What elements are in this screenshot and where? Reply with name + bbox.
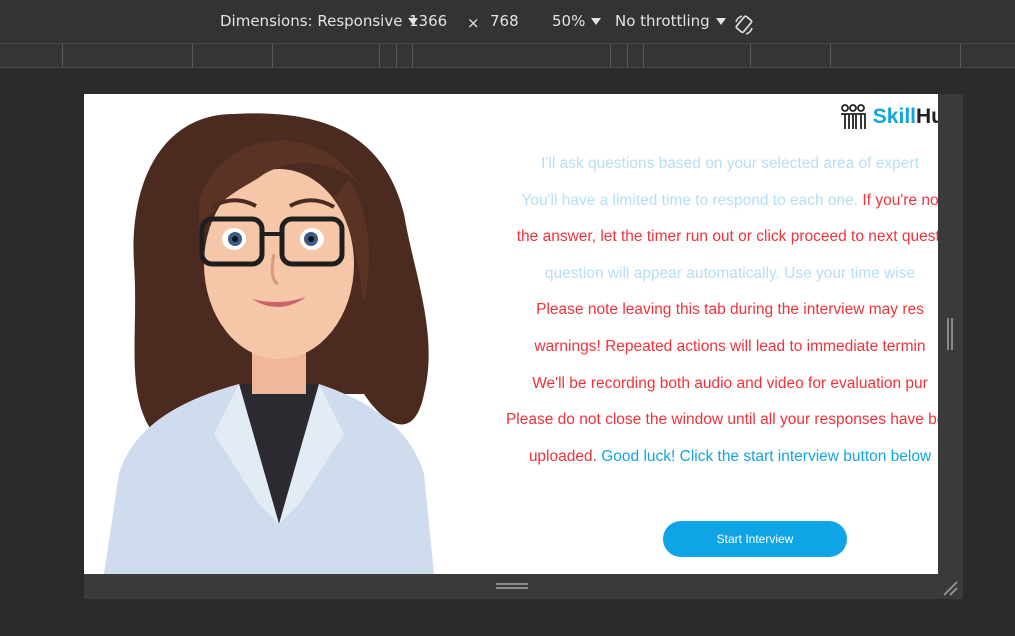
dimensions-dropdown[interactable]: Dimensions: Responsive: [220, 12, 419, 30]
people-icon: [840, 104, 866, 129]
instruction-text-blue: Good luck! Click the start interview but…: [601, 447, 932, 465]
instruction-line: the answer, let the timer run out or cli…: [450, 223, 938, 260]
instruction-line: I'll ask questions based on your selecte…: [450, 150, 938, 187]
zoom-dropdown[interactable]: 50%: [552, 12, 602, 30]
instruction-line: uploaded. Good luck! Click the start int…: [450, 443, 938, 480]
instruction-line: You'll have a limited time to respond to…: [450, 187, 938, 224]
interview-instructions: I'll ask questions based on your selecte…: [450, 150, 938, 479]
logo-wordmark: SkillHu: [873, 105, 938, 129]
rotate-icon: [735, 15, 753, 35]
rotate-button[interactable]: [733, 14, 755, 36]
start-interview-button[interactable]: Start Interview: [663, 521, 847, 557]
skillhub-logo: SkillHu: [839, 104, 938, 130]
throttling-dropdown[interactable]: No throttling: [615, 12, 726, 30]
instruction-text-red: the answer, let the timer run out or cli…: [516, 228, 938, 246]
resize-handle-corner[interactable]: [942, 580, 958, 596]
chevron-down-icon: [591, 17, 602, 25]
instruction-text-red: If you're no: [862, 191, 938, 209]
logo-suffix: Hu: [916, 105, 938, 128]
dimension-separator: ×: [467, 14, 480, 32]
instruction-line: We'll be recording both audio and video …: [450, 370, 938, 407]
instruction-text-red: warnings! Repeated actions will lead to …: [534, 337, 926, 355]
media-query-ruler[interactable]: [0, 44, 1015, 68]
instruction-text-red: Please note leaving this tab during the …: [536, 301, 924, 319]
interviewer-avatar-image: [104, 113, 434, 574]
instruction-line: warnings! Repeated actions will lead to …: [450, 333, 938, 370]
resize-handle-right[interactable]: [947, 318, 953, 350]
logo-prefix: Skill: [872, 105, 916, 128]
instruction-text-faded: question will appear automatically. Use …: [544, 264, 916, 282]
instruction-text-faded: I'll ask questions based on your selecte…: [541, 155, 919, 172]
height-input[interactable]: [490, 12, 538, 30]
emulated-viewport: SkillHu I'll ask questions based on your…: [84, 94, 938, 574]
instruction-text-red: Please do not close the window until all…: [505, 411, 938, 429]
dimensions-label: Dimensions: Responsive: [220, 12, 403, 30]
instruction-text-faded: You'll have a limited time to respond to…: [521, 191, 863, 209]
zoom-label: 50%: [552, 12, 586, 30]
width-input[interactable]: [409, 12, 457, 30]
instruction-line: Please note leaving this tab during the …: [450, 296, 938, 333]
instruction-text-red: uploaded.: [528, 447, 602, 465]
instruction-line: question will appear automatically. Use …: [450, 260, 938, 297]
device-toolbar: Dimensions: Responsive × 50% No throttli…: [0, 0, 1015, 44]
instruction-line: Please do not close the window until all…: [450, 406, 938, 443]
resize-handle-bottom[interactable]: [496, 583, 528, 590]
instruction-text-red: We'll be recording both audio and video …: [532, 374, 928, 392]
throttling-label: No throttling: [615, 12, 710, 30]
chevron-down-icon: [715, 17, 726, 25]
